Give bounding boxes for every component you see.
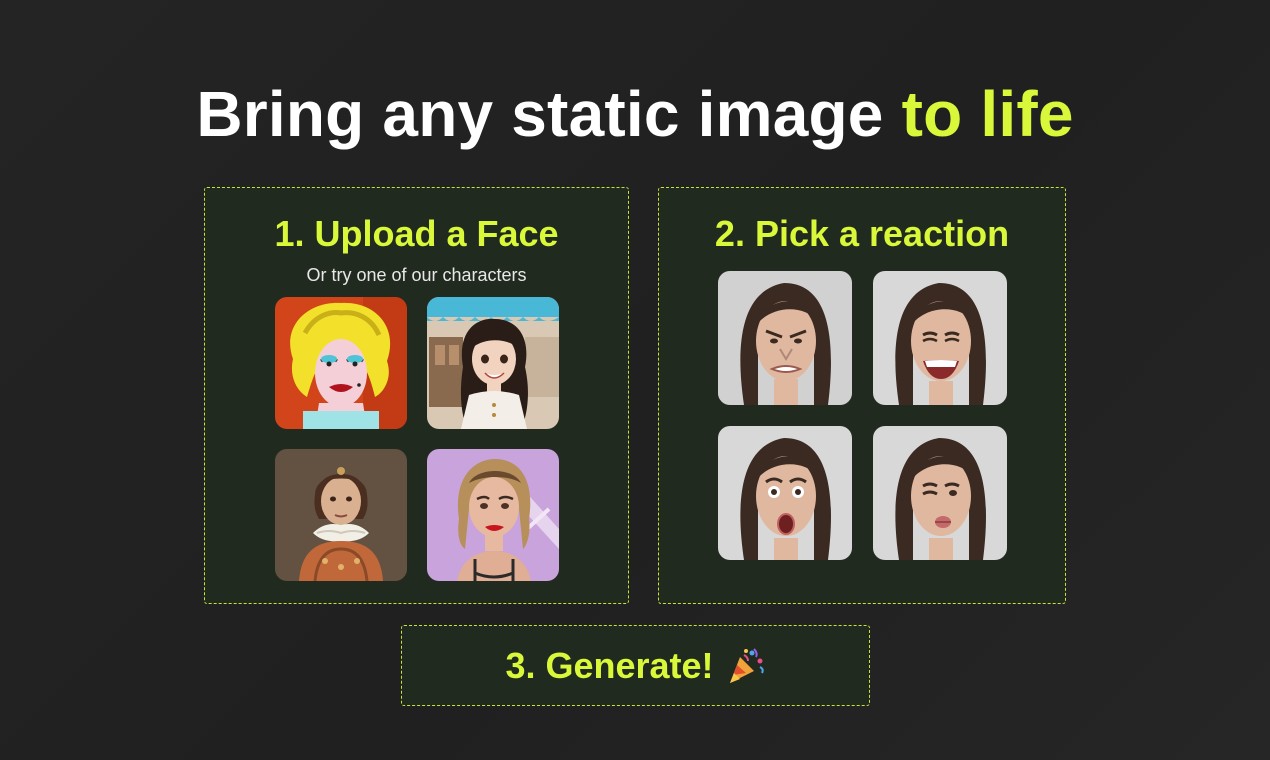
- page-headline: Bring any static image to life: [0, 78, 1270, 150]
- character-image-celebrity: [427, 449, 559, 581]
- character-image-animated-girl: [427, 297, 559, 429]
- reaction-thumbnail-disgust[interactable]: [718, 271, 852, 405]
- reaction-thumbnail-kiss[interactable]: [873, 426, 1007, 560]
- reaction-image-kiss: [873, 426, 1007, 560]
- pick-reaction-title: 2. Pick a reaction: [714, 213, 1010, 254]
- character-thumbnail-celebrity[interactable]: [427, 449, 559, 581]
- upload-face-panel[interactable]: 1. Upload a Face Or try one of our chara…: [204, 187, 629, 604]
- character-thumbnail-animated-girl[interactable]: [427, 297, 559, 429]
- reaction-image-disgust: [718, 271, 852, 405]
- generate-label-wrap: 3. Generate!: [505, 645, 765, 687]
- character-thumbnail-pop-art[interactable]: [275, 297, 407, 429]
- party-popper-icon: [724, 645, 766, 687]
- character-thumbnail-renaissance[interactable]: [275, 449, 407, 581]
- characters-subtitle: Or try one of our characters: [306, 265, 527, 285]
- reaction-thumbnail-surprise[interactable]: [718, 426, 852, 560]
- generate-button[interactable]: 3. Generate!: [401, 625, 870, 706]
- character-image-renaissance: [275, 449, 407, 581]
- headline-main: Bring any static image: [196, 78, 902, 150]
- pick-reaction-panel: 2. Pick a reaction: [658, 187, 1066, 604]
- reaction-image-laugh: [873, 271, 1007, 405]
- generate-label: 3. Generate!: [505, 644, 714, 686]
- upload-face-title: 1. Upload a Face: [274, 213, 559, 254]
- reaction-image-surprise: [718, 426, 852, 560]
- character-image-pop-art: [275, 297, 407, 429]
- headline-accent: to life: [901, 78, 1074, 150]
- reaction-thumbnail-laugh[interactable]: [873, 271, 1007, 405]
